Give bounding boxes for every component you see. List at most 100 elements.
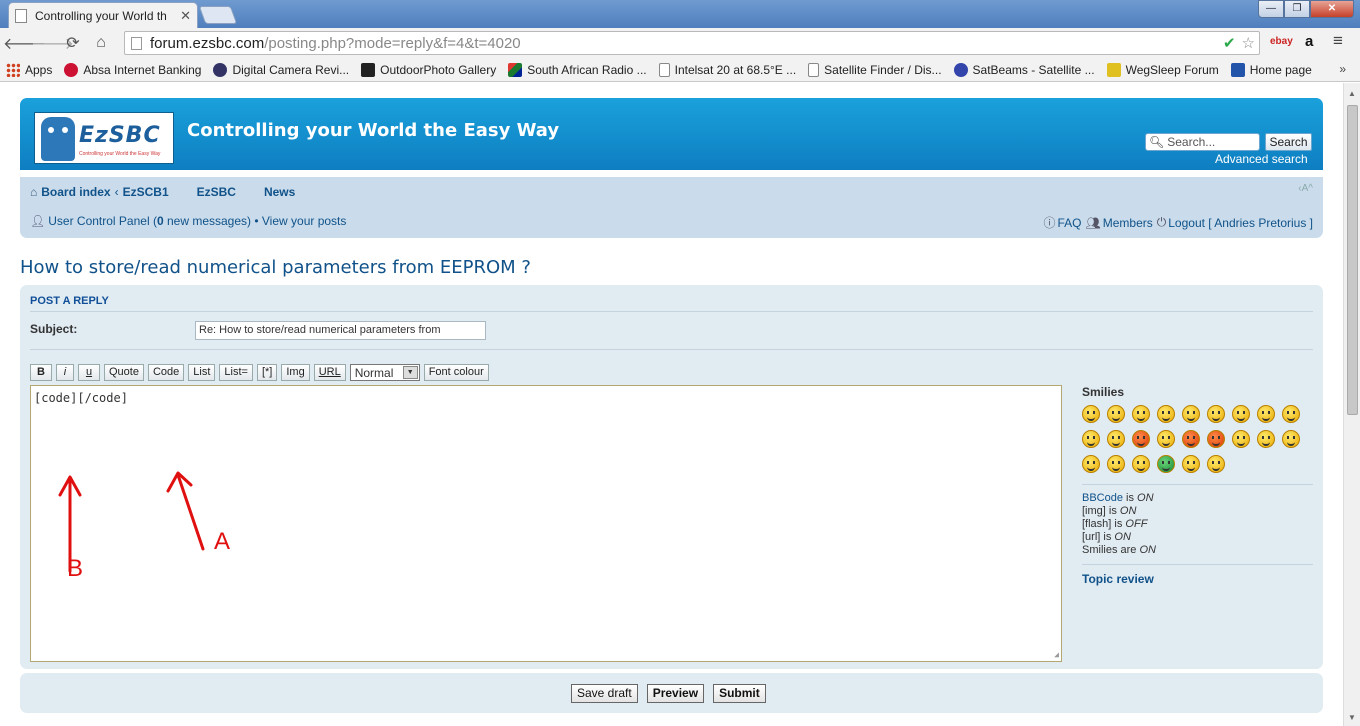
smiley-arrow-icon[interactable]: [1107, 455, 1125, 473]
menu-icon[interactable]: ≡: [1333, 31, 1343, 51]
site-logo[interactable]: EzSBC Controlling your World the Easy Wa…: [34, 112, 174, 164]
submit-button[interactable]: Submit: [713, 684, 766, 703]
faq-link[interactable]: ⓘ FAQ: [1043, 214, 1081, 231]
wegsleep-icon: [1106, 62, 1121, 77]
members-link[interactable]: 👥︎ Members: [1086, 214, 1153, 231]
bold-button[interactable]: B: [30, 364, 52, 381]
url-button[interactable]: URL: [313, 364, 346, 381]
bookmarks-overflow-icon[interactable]: »: [1339, 62, 1346, 76]
topic-review-link[interactable]: Topic review: [1082, 572, 1313, 586]
nav-link-news[interactable]: News: [264, 185, 295, 199]
quote-button[interactable]: Quote: [104, 364, 144, 381]
page-icon: [808, 62, 820, 77]
address-bar[interactable]: forum.ezsbc.com/posting.php?mode=reply&f…: [124, 31, 1260, 55]
new-tab-button[interactable]: [198, 6, 238, 24]
topic-title[interactable]: How to store/read numerical parameters f…: [20, 257, 531, 278]
satbeams-icon: [953, 62, 968, 77]
divider: [30, 311, 1313, 312]
ordered-list-button[interactable]: List=: [219, 364, 253, 381]
nav-link-ezsbc[interactable]: EzSBC: [197, 185, 236, 199]
smiley-mad-icon[interactable]: [1082, 430, 1100, 448]
bookmark-camera-review[interactable]: Digital Camera Revi...: [213, 62, 349, 77]
check-icon[interactable]: ✔: [1223, 34, 1236, 52]
bookmark-sa-radio[interactable]: South African Radio ...: [508, 62, 647, 77]
smiley-exclaim-icon[interactable]: [1257, 430, 1275, 448]
smiley-geek-icon[interactable]: [1182, 455, 1200, 473]
new-messages-count[interactable]: 0: [157, 214, 164, 228]
search-button[interactable]: Search: [1265, 133, 1312, 151]
smiley-evil-icon[interactable]: [1182, 430, 1200, 448]
bookmark-intelsat[interactable]: Intelsat 20 at 68.5°E ...: [658, 62, 796, 77]
breadcrumb-ezscb1[interactable]: EzSCB1: [123, 185, 169, 199]
bookmark-absa[interactable]: Absa Internet Banking: [64, 62, 201, 77]
smiley-neutral-icon[interactable]: [1132, 455, 1150, 473]
bookmark-outdoorphoto[interactable]: OutdoorPhoto Gallery: [361, 62, 496, 77]
ebay-extension-icon[interactable]: ebay: [1270, 36, 1293, 47]
reload-icon[interactable]: ⟳: [59, 33, 87, 53]
smiley-smile-icon[interactable]: [1107, 405, 1125, 423]
underline-button[interactable]: u: [78, 364, 100, 381]
list-button[interactable]: List: [188, 364, 216, 381]
smiley-embarrassed-icon[interactable]: [1132, 430, 1150, 448]
page-info-icon[interactable]: [131, 36, 142, 50]
absa-icon: [64, 62, 79, 77]
subject-input[interactable]: Re: How to store/read numerical paramete…: [195, 321, 486, 340]
font-size-control[interactable]: ‹A^: [1298, 183, 1313, 194]
bookmark-satellite-finder[interactable]: Satellite Finder / Dis...: [808, 62, 942, 77]
scroll-down-icon[interactable]: ▼: [1348, 713, 1356, 722]
italic-button[interactable]: i: [56, 364, 74, 381]
search-input[interactable]: 🔍︎ Search...: [1145, 133, 1260, 151]
smiley-wink-icon[interactable]: [1132, 405, 1150, 423]
scrollbar-thumb[interactable]: [1347, 105, 1358, 415]
subject-label: Subject:: [30, 322, 78, 336]
list-item-button[interactable]: [*]: [256, 364, 278, 381]
smiley-shocked-icon[interactable]: [1207, 405, 1225, 423]
smiley-rolleyes-icon[interactable]: [1232, 430, 1250, 448]
smiley-grin-icon[interactable]: [1082, 405, 1100, 423]
font-size-select[interactable]: Normal ▼: [349, 364, 420, 381]
scroll-up-icon[interactable]: ▲: [1348, 89, 1356, 98]
smiley-idea-icon[interactable]: [1082, 455, 1100, 473]
bookmark-satbeams[interactable]: SatBeams - Satellite ...: [953, 62, 1095, 77]
font-colour-button[interactable]: Font colour: [423, 364, 489, 381]
save-draft-button[interactable]: Save draft: [571, 684, 638, 703]
smiley-twisted-icon[interactable]: [1207, 430, 1225, 448]
back-icon[interactable]: 🡐: [3, 33, 46, 54]
preview-button[interactable]: Preview: [646, 684, 705, 703]
ucp-link[interactable]: User Control Panel (: [48, 214, 157, 228]
message-text: [code][/code]: [34, 391, 128, 405]
minimize-button[interactable]: —: [1258, 0, 1284, 18]
smiley-cool-icon[interactable]: [1257, 405, 1275, 423]
smiley-cry-icon[interactable]: [1157, 430, 1175, 448]
bbcode-help-link[interactable]: BBCode: [1082, 492, 1123, 504]
img-button[interactable]: Img: [281, 364, 310, 381]
code-button[interactable]: Code: [147, 364, 185, 381]
amazon-extension-icon[interactable]: a: [1305, 33, 1313, 50]
smiley-sad-icon[interactable]: [1157, 405, 1175, 423]
logout-link[interactable]: ⏻ Logout [ Andries Pretorius ]: [1157, 214, 1313, 231]
smiley-question-icon[interactable]: [1282, 430, 1300, 448]
bookmark-wegsleep[interactable]: WegSleep Forum: [1106, 62, 1219, 77]
smiley-mrgreen-icon[interactable]: [1157, 455, 1175, 473]
smiley-surprised-icon[interactable]: [1182, 405, 1200, 423]
bookmark-apps[interactable]: Apps: [6, 62, 52, 77]
forward-icon[interactable]: 🡒: [31, 33, 74, 54]
smiley-laughing-icon[interactable]: [1282, 405, 1300, 423]
close-window-button[interactable]: ✕: [1310, 0, 1354, 18]
browser-tab[interactable]: Controlling your World th ✕: [8, 2, 198, 28]
view-posts-link[interactable]: View your posts: [262, 214, 347, 228]
smiley-ugeek-icon[interactable]: [1207, 455, 1225, 473]
bookmark-star-icon[interactable]: ☆: [1242, 34, 1255, 52]
home-icon[interactable]: ⌂: [87, 34, 115, 52]
smiley-confused-icon[interactable]: [1232, 405, 1250, 423]
maximize-button[interactable]: ❐: [1284, 0, 1310, 18]
resize-grip-icon[interactable]: ◢: [1054, 650, 1059, 659]
bookmark-home-page[interactable]: Home page: [1230, 62, 1312, 77]
ucp-tail[interactable]: new messages) •: [164, 214, 262, 228]
page-scrollbar[interactable]: ▲ ▼: [1343, 83, 1360, 726]
tab-close-icon[interactable]: ✕: [180, 8, 191, 24]
breadcrumb-board-index[interactable]: Board index: [41, 185, 110, 199]
power-icon: ⏻: [1156, 215, 1167, 229]
smiley-razz-icon[interactable]: [1107, 430, 1125, 448]
advanced-search-link[interactable]: Advanced search: [1215, 152, 1308, 166]
